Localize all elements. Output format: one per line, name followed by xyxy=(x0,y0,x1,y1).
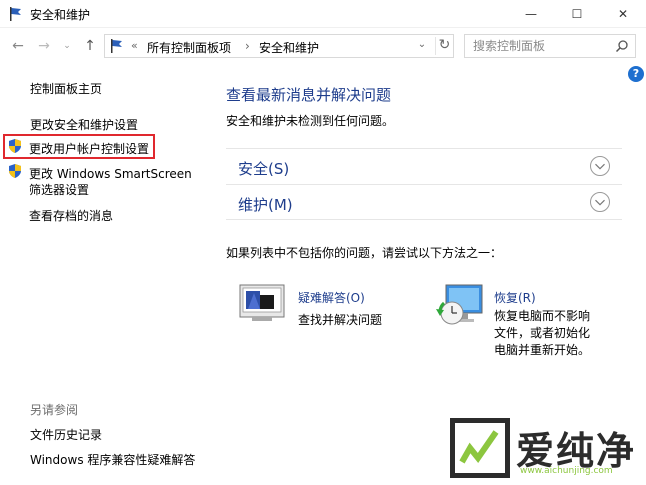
chevron-down-icon[interactable] xyxy=(590,156,610,176)
recovery-icon[interactable] xyxy=(434,283,486,327)
sidebar-item-compatibility-troubleshooter[interactable]: Windows 程序兼容性疑难解答 xyxy=(30,451,195,468)
recovery-description: 恢复电脑而不影响文件，或者初始化电脑并重新开始。 xyxy=(494,309,591,357)
see-also-heading: 另请参阅 xyxy=(30,403,79,417)
recovery-link[interactable]: 恢复(R) xyxy=(494,289,536,306)
sidebar: 控制面板主页 更改安全和维护设置 更改用户帐户控制设置 更改 Windows S… xyxy=(0,66,214,485)
maximize-icon: ☐ xyxy=(571,7,583,21)
maintenance-section[interactable]: 维护(M) xyxy=(226,184,622,220)
sidebar-item-control-panel-home[interactable]: 控制面板主页 xyxy=(30,80,102,97)
forward-button[interactable]: → xyxy=(34,36,54,56)
security-section-label: 安全(S) xyxy=(238,160,290,178)
navigation-bar: ← → ⌄ ↑ « 所有控制面板项 › 安全和维护 ⌄ ↻ xyxy=(0,30,646,62)
breadcrumb-separator[interactable]: › xyxy=(245,39,250,53)
chevron-down-icon: ⌄ xyxy=(63,41,71,51)
chevron-down-icon[interactable] xyxy=(590,192,610,212)
title-bar: 安全和维护 — ☐ ✕ xyxy=(0,0,646,28)
back-button[interactable]: ← xyxy=(8,36,28,56)
recent-locations-button[interactable]: ⌄ xyxy=(60,36,74,56)
sidebar-item-file-history[interactable]: 文件历史记录 xyxy=(30,426,102,443)
close-icon: ✕ xyxy=(617,7,629,21)
close-button[interactable]: ✕ xyxy=(600,0,646,28)
search-icon[interactable] xyxy=(615,39,629,53)
sidebar-item-change-uac-settings[interactable]: 更改用户帐户控制设置 xyxy=(29,140,149,157)
troubleshooting-icon[interactable] xyxy=(238,283,286,323)
troubleshooting-description: 查找并解决问题 xyxy=(298,313,383,327)
arrow-left-icon: ← xyxy=(12,38,24,54)
maintenance-section-label: 维护(M) xyxy=(238,196,293,214)
status-message: 安全和维护未检测到任何问题。 xyxy=(226,114,395,128)
address-bar[interactable]: « 所有控制面板项 › 安全和维护 ⌄ ↻ xyxy=(104,34,454,58)
flag-icon xyxy=(111,39,122,53)
refresh-button[interactable]: ↻ xyxy=(435,37,453,55)
arrow-right-icon: → xyxy=(38,38,50,54)
troubleshooting-link[interactable]: 疑难解答(O) xyxy=(298,289,365,306)
uac-shield-icon xyxy=(9,164,21,178)
watermark-logo xyxy=(450,418,510,478)
sidebar-item-view-archived-messages[interactable]: 查看存档的消息 xyxy=(29,207,113,224)
maximize-button[interactable]: ☐ xyxy=(554,0,600,28)
flag-icon xyxy=(10,7,21,21)
arrow-up-icon: ↑ xyxy=(84,38,96,54)
watermark-url: www.aichunjing.com xyxy=(520,466,613,476)
address-dropdown-button[interactable]: ⌄ xyxy=(415,39,429,53)
try-these-text: 如果列表中不包括你的问题，请尝试以下方法之一： xyxy=(226,246,503,260)
breadcrumb-security-maintenance[interactable]: 安全和维护 xyxy=(259,39,319,56)
uac-shield-icon xyxy=(9,139,21,153)
sidebar-item-smartscreen-filter-settings[interactable]: 筛选器设置 xyxy=(29,181,89,198)
breadcrumb-all-control-panel-items[interactable]: 所有控制面板项 xyxy=(147,39,231,56)
breadcrumb-overflow[interactable]: « xyxy=(131,39,138,52)
up-button[interactable]: ↑ xyxy=(80,36,100,56)
minimize-button[interactable]: — xyxy=(508,0,554,28)
window-title: 安全和维护 xyxy=(30,8,91,22)
search-input[interactable] xyxy=(473,38,613,54)
search-box[interactable] xyxy=(464,34,636,58)
security-section[interactable]: 安全(S) xyxy=(226,148,622,184)
sidebar-item-change-security-settings[interactable]: 更改安全和维护设置 xyxy=(30,116,138,133)
page-title: 查看最新消息并解决问题 xyxy=(226,86,392,104)
help-icon[interactable]: ? xyxy=(628,66,644,82)
sidebar-item-change-smartscreen[interactable]: 更改 Windows SmartScreen xyxy=(29,165,192,182)
minimize-icon: — xyxy=(525,7,537,21)
